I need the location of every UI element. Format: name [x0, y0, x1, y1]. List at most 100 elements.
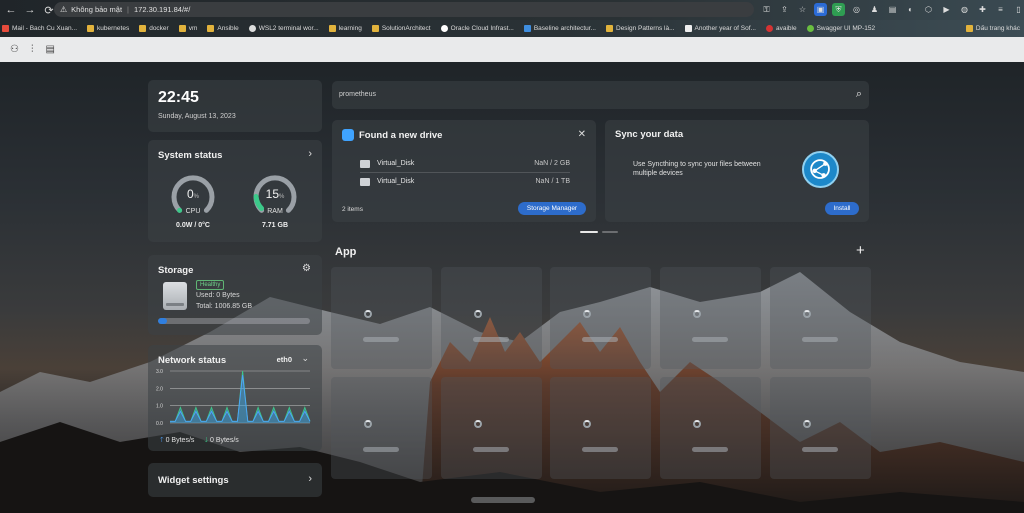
y-tick-label: 1.0 [156, 404, 163, 410]
system-status-title: System status [158, 150, 223, 161]
back-icon[interactable]: ← [3, 2, 19, 18]
bookmark[interactable]: Design Patterns là... [604, 25, 675, 32]
app-name-placeholder [473, 447, 509, 452]
extension-icon[interactable]: ▤ [886, 3, 899, 16]
chevron-right-icon[interactable]: › [308, 148, 312, 160]
ram-label: RAM [267, 208, 283, 215]
bookmark[interactable]: Oracle Cloud Infrast... [439, 25, 514, 32]
app-toolbar: ⚇ ⫶ ▤ [0, 37, 1024, 62]
extension-icon[interactable]: ▶ [940, 3, 953, 16]
interface-select[interactable]: eth0 [277, 355, 292, 364]
divider [360, 172, 570, 173]
loading-spinner-icon [693, 310, 701, 318]
browser-toolbar: ← → ⟳ ⚠ Không bảo mật | 172.30.191.84/#/… [0, 0, 1024, 20]
storage-widget[interactable]: Storage ⚙ Healthy Used: 0 Bytes Total: 1… [148, 255, 322, 335]
bookmark[interactable]: docker [137, 25, 169, 32]
bookmark[interactable]: vm [177, 25, 197, 32]
extension-icon[interactable]: ◐ [904, 3, 917, 16]
app-tile-loading[interactable] [660, 377, 761, 479]
ram-usage: 7.71 GB [261, 222, 289, 229]
list-icon[interactable]: ≡ [994, 3, 1007, 16]
drive-name: Virtual_Disk [377, 178, 415, 185]
bookmark[interactable]: Another year of Sof... [683, 25, 756, 32]
bookmark[interactable]: Ansible [205, 25, 239, 32]
app-tile-loading[interactable] [770, 267, 871, 369]
app-name-placeholder [802, 447, 838, 452]
item-count: 2 items [342, 206, 363, 213]
bookmark[interactable]: learning [327, 25, 362, 32]
shield-icon[interactable]: ⛨ [832, 3, 845, 16]
new-drive-title: Found a new drive [359, 130, 443, 141]
star-icon[interactable]: ☆ [796, 3, 809, 16]
app-tile-loading[interactable] [331, 377, 432, 479]
app-name-placeholder [582, 447, 618, 452]
drive-icon [360, 159, 370, 168]
files-icon[interactable]: ▤ [45, 44, 54, 55]
app-tile-loading[interactable] [441, 267, 542, 369]
app-tile-loading[interactable] [550, 267, 651, 369]
window-icon[interactable]: ▯ [1012, 3, 1024, 16]
carousel-dot[interactable] [602, 231, 618, 233]
security-warning: Không bảo mật [71, 5, 123, 14]
chevron-down-icon[interactable]: ⌄ [301, 353, 309, 364]
app-tile-loading[interactable] [770, 377, 871, 479]
gear-icon[interactable]: ⚙ [302, 263, 311, 274]
clock-date: Sunday, August 13, 2023 [158, 113, 236, 120]
loading-spinner-icon [803, 420, 811, 428]
loading-spinner-icon [364, 310, 372, 318]
url-text: 172.30.191.84/#/ [134, 5, 191, 14]
user-icon[interactable]: ⚇ [10, 44, 19, 55]
sync-widget: Sync your data Use Syncthing to sync you… [605, 120, 869, 222]
app-tile-loading[interactable] [441, 377, 542, 479]
arrow-up-icon: 🡑 [160, 437, 164, 444]
app-name-placeholder [802, 337, 838, 342]
bookmark[interactable]: Baseline architectur... [522, 25, 596, 32]
bookmark[interactable]: kubernetes [85, 25, 129, 32]
install-button[interactable]: Install [825, 202, 859, 215]
bookmark[interactable]: Mail - Bach Cu Xuan... [0, 25, 77, 32]
close-icon[interactable]: ✕ [578, 129, 586, 140]
chevron-right-icon[interactable]: › [308, 473, 312, 485]
drive-row[interactable]: Virtual_Disk NaN / 1 TB [360, 174, 570, 189]
app-tile-loading[interactable] [660, 267, 761, 369]
key-icon[interactable]: ⚿ [760, 3, 773, 16]
search-icon[interactable]: ⌕ [856, 88, 862, 101]
loading-spinner-icon [803, 310, 811, 318]
drive-row[interactable]: Virtual_Disk NaN / 2 GB [360, 156, 570, 171]
address-bar[interactable]: ⚠ Không bảo mật | 172.30.191.84/#/ [54, 2, 754, 17]
storage-manager-button[interactable]: Storage Manager [518, 202, 586, 215]
extension-icon[interactable]: ⬡ [922, 3, 935, 16]
carousel-dot-active[interactable] [580, 231, 598, 233]
network-status-title: Network status [158, 355, 227, 366]
bookmark[interactable]: avaible [764, 25, 797, 32]
bookmark[interactable]: SolutionArchitect [370, 25, 431, 32]
system-status-widget[interactable]: System status › 0% CPU 0.0W / 0°C 15% RA… [148, 140, 322, 242]
bookmark[interactable]: Swagger UI MP-152 [805, 25, 875, 32]
storage-total: Total: 1006.85 GB [196, 303, 253, 310]
network-rates: 🡑 0 Bytes/s 🡓 0 Bytes/s [160, 436, 239, 447]
app-name-placeholder [363, 337, 399, 342]
extension-icon[interactable]: ♟ [868, 3, 881, 16]
sync-title: Sync your data [615, 129, 684, 140]
bookmark[interactable]: WSL2 terminal wor... [247, 25, 319, 32]
separator: | [127, 5, 129, 14]
app-tile-loading[interactable] [331, 267, 432, 369]
extension-icon[interactable]: ▣ [814, 3, 827, 16]
drive-size: NaN / 1 TB [535, 178, 571, 185]
y-tick-label: 0.0 [156, 421, 163, 427]
sliders-icon[interactable]: ⫶ [31, 44, 34, 55]
add-app-icon[interactable]: + [856, 242, 865, 259]
search-input[interactable]: prometheus [339, 91, 376, 98]
widget-settings[interactable]: Widget settings › [148, 463, 322, 497]
warning-icon: ⚠ [60, 5, 68, 14]
other-bookmarks[interactable]: Dấu trang khác [964, 20, 1020, 37]
app-tile-loading[interactable] [550, 377, 651, 479]
extension-icon[interactable]: ◎ [850, 3, 863, 16]
storage-used: Used: 0 Bytes [196, 292, 240, 299]
share-icon[interactable]: ⇪ [778, 3, 791, 16]
puzzle-icon[interactable]: ✚ [976, 3, 989, 16]
clock-widget: 22:45 Sunday, August 13, 2023 [148, 80, 322, 132]
search-bar[interactable]: prometheus ⌕ [332, 81, 869, 109]
forward-icon[interactable]: → [22, 2, 38, 18]
extension-icon[interactable]: ◍ [958, 3, 971, 16]
